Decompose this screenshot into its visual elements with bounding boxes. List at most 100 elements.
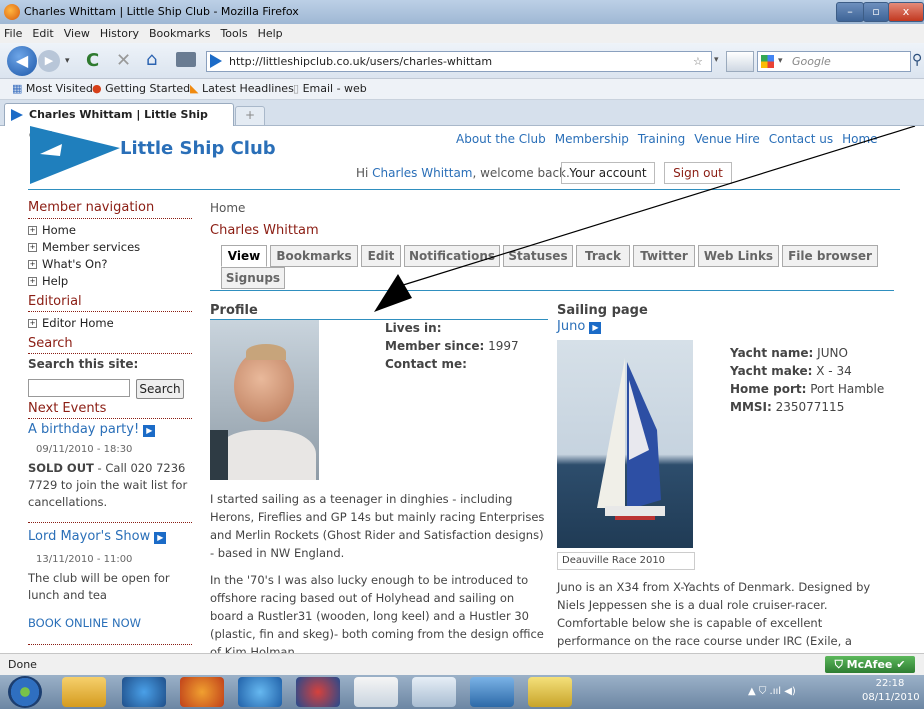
check-icon: ✔ xyxy=(896,658,906,671)
firefox-icon xyxy=(4,4,20,20)
site-logo-icon[interactable] xyxy=(30,126,120,184)
history-dropdown-icon[interactable]: ▾ xyxy=(65,56,70,66)
menu-file[interactable]: File xyxy=(4,24,22,43)
member-nav-home[interactable]: + Home xyxy=(28,222,140,239)
yacht-make-row: Yacht make: X - 34 xyxy=(730,364,852,378)
outlook-icon[interactable] xyxy=(122,677,166,707)
rss-feed-icon: ◣ xyxy=(190,82,199,95)
site-logo-text[interactable]: Little Ship Club xyxy=(120,138,276,159)
bookmark-most-visited[interactable]: ▦ Most Visited xyxy=(12,82,93,95)
event-link-lord-mayor[interactable]: Lord Mayor's Show ▶ xyxy=(28,529,167,544)
event-description: The club will be open for lunch and tea xyxy=(28,571,170,602)
help-icon[interactable] xyxy=(528,677,572,707)
member-nav-list: + Home + Member services + What's On? + Help xyxy=(28,222,140,290)
expand-icon[interactable]: + xyxy=(28,277,37,286)
expand-icon[interactable]: + xyxy=(28,319,37,328)
tab-view[interactable]: View xyxy=(221,245,267,267)
close-button[interactable]: x xyxy=(888,2,924,22)
menu-history[interactable]: History xyxy=(100,24,139,43)
annotation-arrow xyxy=(374,126,916,312)
menu-bar: File Edit View History Bookmarks Tools Help xyxy=(0,24,924,43)
contact-me-label: Contact me: xyxy=(385,357,467,371)
status-text: Done xyxy=(8,658,37,671)
bookmark-star-icon[interactable]: ☆ xyxy=(693,52,703,71)
member-nav-whats-on[interactable]: + What's On? xyxy=(28,256,140,273)
thunderbird-icon[interactable] xyxy=(238,677,282,707)
photo-caption: Deauville Race 2010 xyxy=(557,552,695,570)
search-bar[interactable]: ▾ Google xyxy=(757,51,911,72)
menu-help[interactable]: Help xyxy=(258,24,283,43)
member-nav-help[interactable]: + Help xyxy=(28,273,140,290)
tab-bookmarks[interactable]: Bookmarks xyxy=(270,245,358,267)
breadcrumb[interactable]: Home xyxy=(210,201,245,215)
member-nav-services[interactable]: + Member services xyxy=(28,239,140,256)
photo-viewer-icon[interactable] xyxy=(470,677,514,707)
mmsi-row: MMSI: 235077115 xyxy=(730,400,845,414)
home-icon[interactable]: ⌂ xyxy=(146,49,157,70)
profile-heading: Profile xyxy=(210,303,258,318)
bookmark-email-web[interactable]: ▯ Email - web xyxy=(293,82,367,95)
forward-icon[interactable]: ▶ xyxy=(38,50,60,72)
search-engine-dropdown-icon[interactable]: ▾ xyxy=(778,52,783,71)
bookmark-latest-headlines[interactable]: ◣ Latest Headlines xyxy=(190,82,294,95)
site-search-input[interactable] xyxy=(28,379,130,397)
rss-icon[interactable] xyxy=(726,51,754,72)
bookmark-getting-started[interactable]: ● Getting Started xyxy=(92,82,190,95)
url-dropdown-icon[interactable]: ▾ xyxy=(714,55,719,65)
mcafee-badge[interactable]: ⛉ McAfee ✔ xyxy=(825,656,915,673)
window-title: Charles Whittam | Little Ship Club - Moz… xyxy=(24,5,299,18)
document-icon[interactable] xyxy=(354,677,398,707)
site-identity-icon[interactable] xyxy=(210,54,222,68)
maximize-button[interactable]: ▫ xyxy=(863,2,889,22)
firefox-taskbar-icon[interactable] xyxy=(180,677,224,707)
tab-strip: Charles Whittam | Little Ship Club + xyxy=(0,100,924,142)
page-title: Charles Whittam xyxy=(210,223,319,238)
bookmarks-toolbar: ▦ Most Visited ● Getting Started ◣ Lates… xyxy=(0,79,924,100)
divider xyxy=(28,218,192,219)
expand-icon[interactable]: + xyxy=(28,243,37,252)
media-icon[interactable] xyxy=(296,677,340,707)
back-icon[interactable]: ◀ xyxy=(7,46,37,76)
sailing-app-icon[interactable] xyxy=(412,677,456,707)
browser-tab-active[interactable]: Charles Whittam | Little Ship Club xyxy=(4,103,234,142)
menu-tools[interactable]: Tools xyxy=(220,24,247,43)
next-events-heading: Next Events xyxy=(28,401,107,416)
expand-icon[interactable]: + xyxy=(28,226,37,235)
search-heading: Search xyxy=(28,336,73,351)
menu-view[interactable]: View xyxy=(64,24,90,43)
url-bar[interactable]: http://littleshipclub.co.uk/users/charle… xyxy=(206,51,712,72)
explorer-icon[interactable] xyxy=(62,677,106,707)
url-text: http://littleshipclub.co.uk/users/charle… xyxy=(229,55,493,68)
start-button-icon[interactable] xyxy=(8,676,42,708)
windows-taskbar: ▲ ⛉ .ııl ◀) 22:18 08/11/2010 xyxy=(0,675,924,709)
member-navigation-heading: Member navigation xyxy=(28,200,155,215)
arrow-right-icon: ▶ xyxy=(143,425,156,437)
search-label: Search this site: xyxy=(28,357,139,371)
clock-time: 22:18 xyxy=(875,678,905,689)
reload-icon[interactable]: C xyxy=(86,50,99,71)
search-go-icon[interactable]: ⚲ xyxy=(912,52,922,68)
divider xyxy=(28,644,192,645)
new-tab-button[interactable]: + xyxy=(235,106,265,126)
menu-bookmarks[interactable]: Bookmarks xyxy=(149,24,210,43)
divider xyxy=(28,522,192,523)
stop-icon[interactable]: ✕ xyxy=(116,50,131,71)
divider xyxy=(28,353,192,354)
menu-edit[interactable]: Edit xyxy=(32,24,53,43)
event-description: SOLD OUT - Call 020 7236 7729 to join th… xyxy=(28,461,188,509)
tray-icons[interactable]: ▲ ⛉ .ııl ◀) xyxy=(748,686,796,697)
member-since-row: Member since: 1997 xyxy=(385,339,519,353)
status-bar: Done ⛉ McAfee ✔ xyxy=(0,653,924,676)
editor-home-item[interactable]: + Editor Home xyxy=(28,316,114,330)
clock-date: 08/11/2010 xyxy=(862,692,920,703)
minimize-button[interactable]: – xyxy=(836,2,864,22)
expand-icon[interactable]: + xyxy=(28,260,37,269)
event-link-birthday[interactable]: A birthday party! ▶ xyxy=(28,422,156,437)
print-icon[interactable] xyxy=(176,52,196,67)
book-online-link[interactable]: BOOK ONLINE NOW xyxy=(28,616,141,630)
system-clock[interactable]: 22:18 08/11/2010 xyxy=(862,677,920,705)
site-search-button[interactable]: Search xyxy=(136,379,184,399)
search-placeholder: Google xyxy=(792,55,831,68)
home-port-row: Home port: Port Hamble xyxy=(730,382,885,396)
tab-signups[interactable]: Signups xyxy=(221,267,285,289)
